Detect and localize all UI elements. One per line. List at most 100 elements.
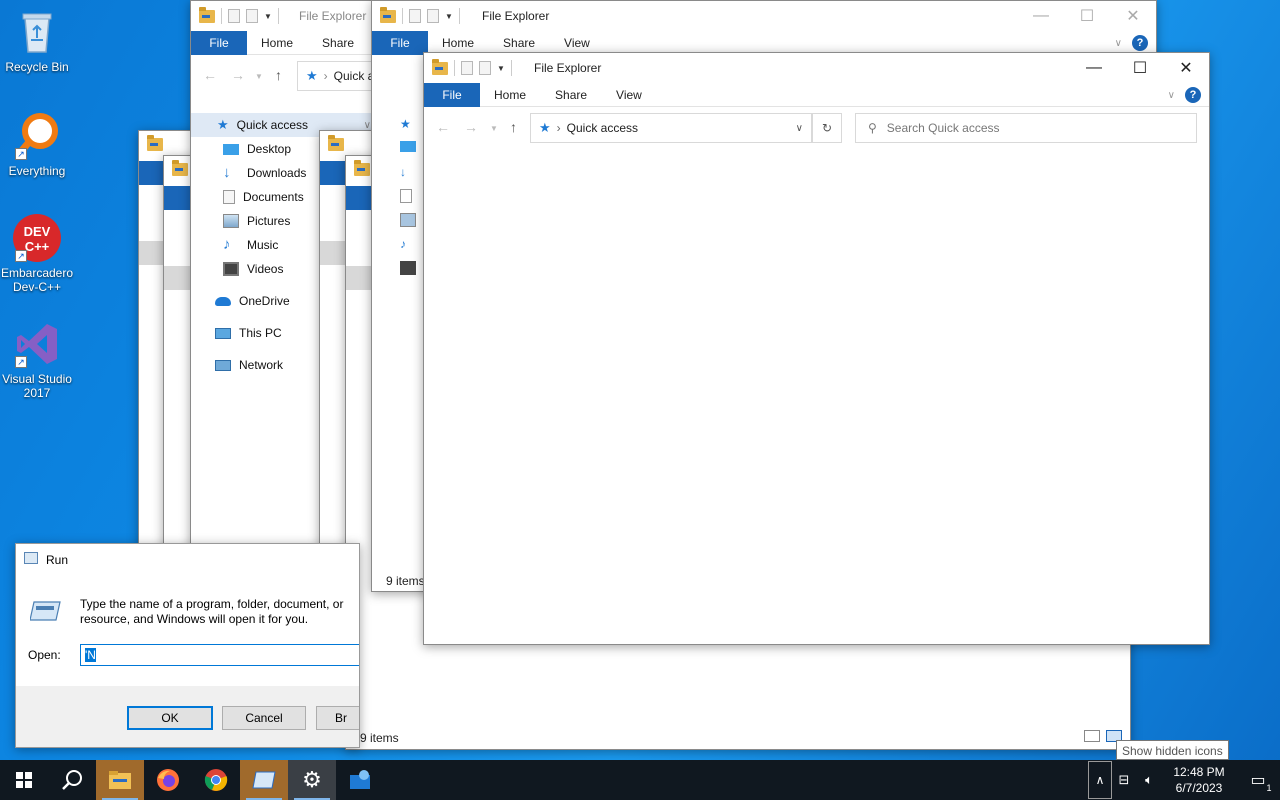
ribbon-share-tab[interactable]: Share	[555, 88, 587, 102]
run-description-line1: Type the name of a program, folder, docu…	[80, 597, 344, 611]
close-icon[interactable]: ✕	[1110, 1, 1156, 31]
taskbar-chrome[interactable]	[192, 760, 240, 800]
recycle-bin-label: Recycle Bin	[5, 60, 69, 74]
nav-label: Desktop	[247, 142, 292, 156]
minimize-icon[interactable]: —	[1018, 1, 1064, 31]
volume-tray-icon[interactable]: 🔈︎	[1136, 760, 1162, 800]
nav-label: Music	[247, 238, 279, 252]
run-description-line2: resource, and Windows will open it for y…	[80, 612, 309, 626]
folder-icon	[328, 135, 344, 151]
close-icon[interactable]: ✕	[1163, 53, 1209, 83]
documents-icon	[223, 190, 235, 204]
shortcut-arrow-icon: ↗	[15, 356, 27, 368]
pictures-icon	[223, 214, 239, 228]
ribbon-file-tab[interactable]: File	[191, 30, 247, 55]
taskbar-run[interactable]	[240, 760, 288, 800]
documents-icon	[400, 189, 412, 203]
address-dropdown-icon[interactable]: ∨	[796, 123, 803, 134]
desktop-folder-icon	[223, 143, 239, 155]
customize-toolbar-icon[interactable]: ▼	[264, 12, 272, 21]
chrome-icon	[204, 769, 228, 791]
clock[interactable]: 12:48 PM 6/7/2023	[1162, 764, 1236, 796]
customize-toolbar-icon[interactable]: ▼	[445, 12, 453, 21]
desktop-icon-everything[interactable]: ↗ Everything	[0, 112, 74, 178]
run-open-input[interactable]: 'N	[80, 644, 359, 666]
taskbar-settings[interactable]: ⚙	[288, 760, 336, 800]
help-icon[interactable]: ?	[1132, 35, 1148, 51]
properties-icon[interactable]	[409, 9, 421, 23]
cancel-button[interactable]: Cancel	[222, 706, 306, 730]
nav-label: Quick access	[236, 118, 309, 132]
breadcrumb-separator-icon: ›	[323, 69, 328, 83]
nav-label: Network	[239, 358, 284, 372]
ribbon-file-tab[interactable]: File	[372, 30, 428, 55]
desktop-icon-devcpp[interactable]: DEV C++ ↗ Embarcadero Dev-C++	[0, 214, 74, 294]
new-folder-icon[interactable]	[427, 9, 439, 23]
status-bar-count: 9 items	[360, 731, 399, 745]
taskbar-remote-desktop[interactable]	[336, 760, 384, 800]
back-arrow-icon[interactable]: ←	[203, 67, 217, 83]
address-text: Quick a	[333, 69, 375, 83]
desktop-icon-recycle-bin[interactable]: Recycle Bin	[0, 8, 74, 74]
window-title: File Explorer	[534, 61, 602, 75]
forward-arrow-icon[interactable]: →	[464, 119, 478, 135]
ribbon-share-tab[interactable]: Share	[322, 36, 354, 50]
chevron-down-icon[interactable]: ∨	[364, 120, 371, 131]
desktop-icon-visual-studio[interactable]: ↗ Visual Studio 2017	[0, 320, 74, 400]
address-bar[interactable]: ★ › Quick access ∨	[530, 113, 812, 143]
new-folder-icon[interactable]	[479, 61, 491, 75]
search-input[interactable]: ⚲ Search Quick access	[855, 113, 1197, 143]
everything-label: Everything	[8, 164, 66, 178]
ribbon-share-tab[interactable]: Share	[503, 36, 535, 50]
details-view-icon[interactable]	[1084, 730, 1100, 742]
ribbon-home-tab[interactable]: Home	[442, 36, 474, 50]
up-arrow-icon[interactable]: ↑	[510, 119, 517, 135]
run-icon	[24, 552, 38, 564]
network-tray-icon[interactable]: ⊟	[1112, 760, 1136, 800]
minimize-icon[interactable]: —	[1071, 53, 1117, 83]
up-arrow-icon[interactable]: ↑	[275, 67, 282, 83]
folder-icon	[172, 160, 188, 176]
recent-locations-icon[interactable]: ▼	[490, 124, 498, 133]
properties-icon[interactable]	[461, 61, 473, 75]
search-button[interactable]	[48, 760, 96, 800]
maximize-icon[interactable]: ☐	[1064, 1, 1110, 31]
properties-icon[interactable]	[228, 9, 240, 23]
action-center-button[interactable]: ▭ 1	[1236, 760, 1280, 800]
forward-arrow-icon[interactable]: →	[231, 67, 245, 83]
expand-ribbon-icon[interactable]: ∨	[1168, 90, 1175, 101]
remote-desktop-icon	[350, 770, 370, 789]
start-button[interactable]	[0, 760, 48, 800]
recent-locations-icon[interactable]: ▼	[255, 72, 263, 81]
ribbon-view-tab[interactable]: View	[564, 36, 590, 50]
explorer-window-main[interactable]: ▼ File Explorer — ☐ ✕ File Home Share Vi…	[423, 52, 1210, 645]
expand-ribbon-icon[interactable]: ∨	[1115, 38, 1122, 49]
network-status-icon: ⊟	[1118, 772, 1130, 787]
run-dialog[interactable]: Run Type the name of a program, folder, …	[15, 543, 360, 748]
new-folder-icon[interactable]	[246, 9, 258, 23]
taskbar-file-explorer[interactable]	[96, 760, 144, 800]
shortcut-arrow-icon: ↗	[15, 250, 27, 262]
ribbon-view-tab[interactable]: View	[616, 88, 642, 102]
refresh-icon[interactable]: ↻	[812, 113, 842, 143]
quick-access-star-icon: ★	[400, 117, 411, 131]
ribbon-home-tab[interactable]: Home	[494, 88, 526, 102]
folder-icon	[354, 160, 370, 176]
notification-count: 1	[1266, 783, 1272, 793]
help-icon[interactable]: ?	[1185, 87, 1201, 103]
back-arrow-icon[interactable]: ←	[436, 119, 450, 135]
run-program-icon	[29, 600, 62, 622]
customize-toolbar-icon[interactable]: ▼	[497, 64, 505, 73]
everything-search-icon: ↗	[13, 112, 61, 160]
browse-button[interactable]: Br	[316, 706, 359, 730]
ribbon-home-tab[interactable]: Home	[261, 36, 293, 50]
network-icon	[215, 359, 231, 371]
ribbon-file-tab[interactable]	[346, 186, 374, 210]
videos-film-icon	[223, 262, 239, 276]
ribbon-file-tab[interactable]: File	[424, 82, 480, 107]
ok-button[interactable]: OK	[127, 706, 213, 730]
devcpp-icon: DEV C++ ↗	[13, 214, 61, 262]
maximize-icon[interactable]: ☐	[1117, 53, 1163, 83]
taskbar-firefox[interactable]	[144, 760, 192, 800]
show-hidden-icons-button[interactable]: ∧	[1088, 761, 1112, 799]
